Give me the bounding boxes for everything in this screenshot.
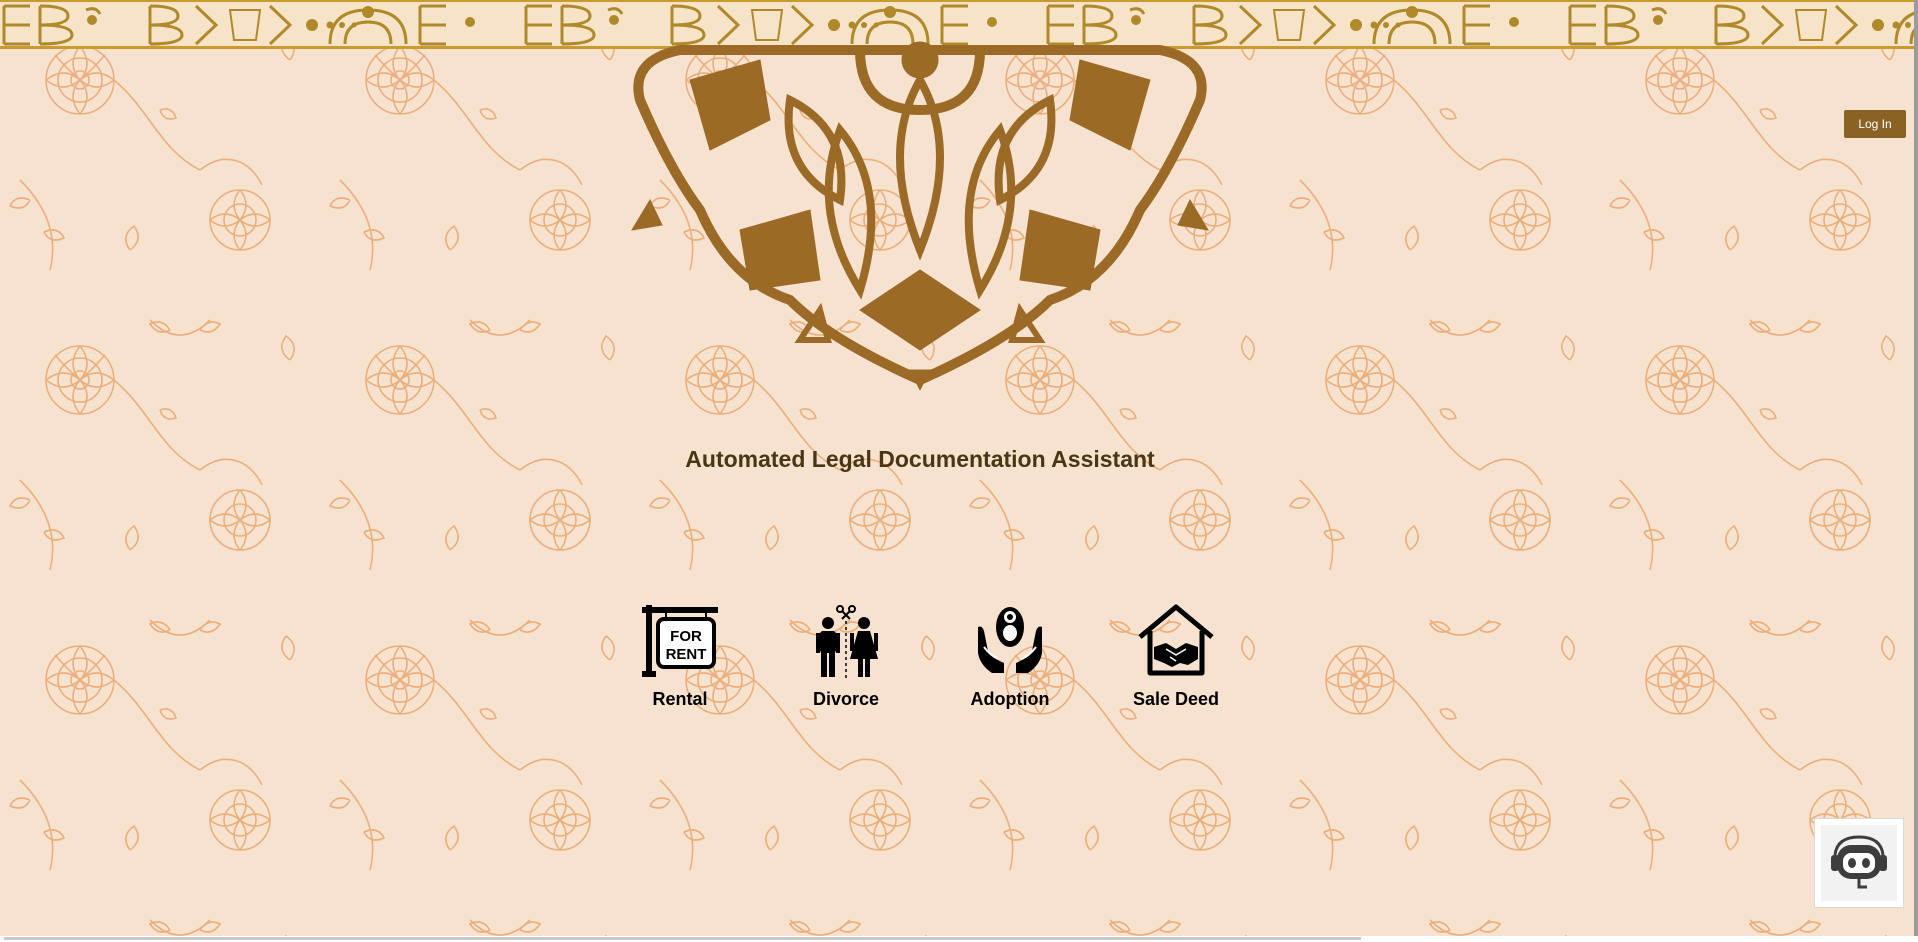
service-rental[interactable]: FOR RENT Rental <box>620 603 740 710</box>
service-label-adoption: Adoption <box>970 689 1050 709</box>
login-button[interactable]: Log In <box>1844 110 1906 138</box>
divorce-couple-icon <box>816 605 878 679</box>
service-label-sale-deed: Sale Deed <box>1132 689 1220 709</box>
service-adoption[interactable]: Adoption <box>950 603 1070 710</box>
page-title: Automated Legal Documentation Assistant <box>685 446 1155 472</box>
service-label-divorce: Divorce <box>812 689 880 709</box>
for-rent-sign-icon: FOR RENT <box>642 605 718 677</box>
rent-sign-line-2: RENT <box>666 646 707 663</box>
chatbot-button[interactable] <box>1814 818 1904 908</box>
horizontal-scrollbar-thumb[interactable] <box>4 937 1361 940</box>
service-divorce[interactable]: Divorce <box>786 603 906 710</box>
service-options: FOR RENT Rental Divorce Adoption Sale De… <box>620 603 1240 713</box>
vertical-scrollbar[interactable] <box>1914 0 1918 936</box>
service-label-rental: Rental <box>652 689 708 709</box>
house-handshake-icon <box>1138 604 1214 676</box>
baby-in-hands-icon <box>978 607 1042 673</box>
service-sale-deed[interactable]: Sale Deed <box>1116 603 1236 710</box>
rent-sign-line-1: FOR <box>670 628 702 645</box>
mandala-logo <box>631 41 1209 390</box>
chatbot-icon <box>1831 835 1887 889</box>
